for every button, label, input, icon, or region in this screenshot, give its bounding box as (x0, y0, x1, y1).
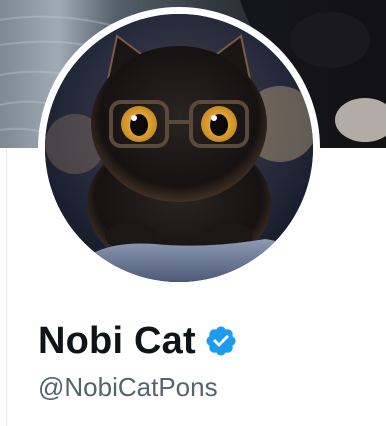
avatar-image (45, 14, 313, 282)
content-border (6, 148, 7, 426)
name-row: Nobi Cat (38, 318, 238, 364)
display-name: Nobi Cat (38, 319, 196, 362)
profile-header: Nobi Cat @NobiCatPons (0, 0, 386, 426)
avatar[interactable] (45, 14, 313, 282)
verified-badge-icon[interactable] (204, 324, 238, 358)
username-handle: @NobiCatPons (38, 372, 218, 402)
